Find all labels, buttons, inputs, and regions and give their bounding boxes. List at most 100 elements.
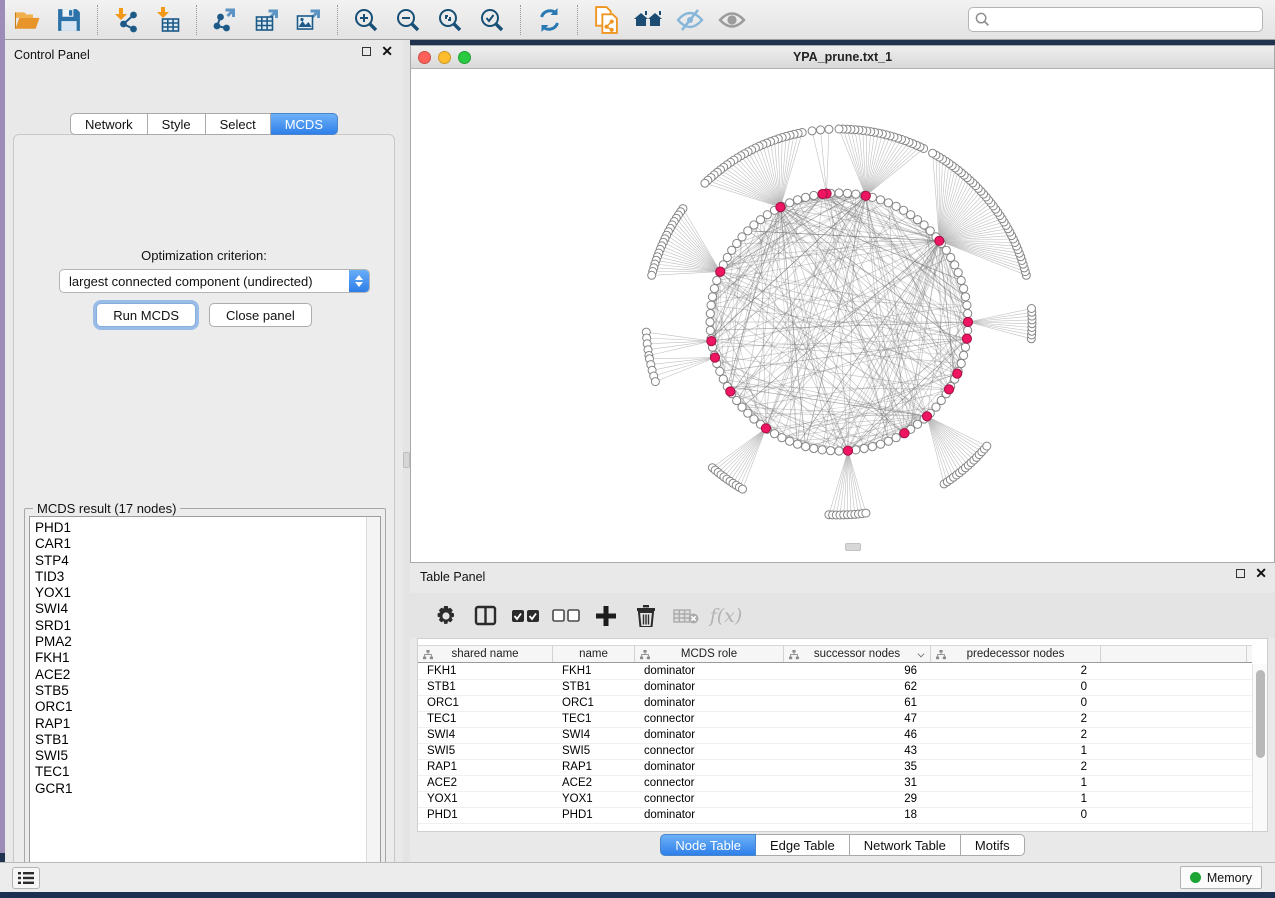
mcds-result-item[interactable]: STB1 <box>30 732 380 748</box>
network-node[interactable] <box>706 326 714 334</box>
network-node[interactable] <box>957 276 965 284</box>
network-node[interactable] <box>818 446 826 454</box>
close-panel-button[interactable]: Close panel <box>209 303 312 327</box>
network-leaf-node[interactable] <box>701 179 709 187</box>
table-row[interactable]: YOX1YOX1connector291 <box>418 792 1252 808</box>
network-node[interactable] <box>876 440 884 448</box>
network-mcds-node[interactable] <box>843 446 852 455</box>
mcds-result-item[interactable]: SRD1 <box>30 618 380 634</box>
tab-select[interactable]: Select <box>206 113 271 135</box>
network-node[interactable] <box>802 193 810 201</box>
network-mcds-node[interactable] <box>922 412 931 421</box>
export-table-icon[interactable] <box>250 5 284 35</box>
zoom-fit-icon[interactable] <box>433 5 467 35</box>
network-canvas[interactable] <box>411 69 1274 562</box>
network-node[interactable] <box>954 269 962 277</box>
memory-button[interactable]: Memory <box>1180 866 1262 889</box>
network-node[interactable] <box>843 189 851 197</box>
mcds-result-item[interactable]: PHD1 <box>30 520 380 536</box>
network-node[interactable] <box>827 447 835 455</box>
network-node[interactable] <box>713 276 721 284</box>
network-node[interactable] <box>951 261 959 269</box>
network-leaf-node[interactable] <box>808 127 816 135</box>
network-mcds-node[interactable] <box>953 369 962 378</box>
table-row[interactable]: ORC1ORC1dominator610 <box>418 696 1252 712</box>
mcds-result-item[interactable]: RAP1 <box>30 716 380 732</box>
zoom-in-icon[interactable] <box>349 5 383 35</box>
network-node[interactable] <box>719 375 727 383</box>
tab-mcds[interactable]: MCDS <box>271 113 338 135</box>
vertical-splitter[interactable] <box>403 40 410 862</box>
mcds-result-list[interactable]: PHD1CAR1STP4TID3YOX1SWI4SRD1PMA2FKH1ACE2… <box>29 516 381 874</box>
network-node[interactable] <box>963 301 971 309</box>
select-all-checks-icon[interactable] <box>506 600 546 632</box>
function-builder-icon[interactable]: f(x) <box>706 600 746 632</box>
mcds-result-item[interactable]: GCR1 <box>30 781 380 797</box>
network-mcds-node[interactable] <box>776 203 785 212</box>
table-scrollbar[interactable] <box>1252 664 1267 831</box>
network-node[interactable] <box>860 444 868 452</box>
network-node[interactable] <box>876 196 884 204</box>
network-leaf-node[interactable] <box>1028 305 1036 313</box>
mcds-result-item[interactable]: SWI5 <box>30 748 380 764</box>
network-mcds-node[interactable] <box>716 267 725 276</box>
network-node[interactable] <box>810 191 818 199</box>
settings-icon[interactable] <box>426 600 466 632</box>
tab-network[interactable]: Network <box>70 113 148 135</box>
mcds-result-item[interactable]: STB5 <box>30 683 380 699</box>
mcds-result-item[interactable]: YOX1 <box>30 585 380 601</box>
network-mcds-node[interactable] <box>963 317 972 326</box>
network-node[interactable] <box>957 359 965 367</box>
network-mcds-node[interactable] <box>707 337 716 346</box>
network-node[interactable] <box>892 202 900 210</box>
network-node[interactable] <box>723 253 731 261</box>
table-row[interactable]: SWI5SWI5connector431 <box>418 744 1252 760</box>
split-view-icon[interactable] <box>466 600 506 632</box>
network-leaf-node[interactable] <box>825 125 833 133</box>
network-graph[interactable] <box>411 69 1274 562</box>
network-node[interactable] <box>793 440 801 448</box>
table-row[interactable]: RAP1RAP1dominator352 <box>418 760 1252 776</box>
network-node[interactable] <box>960 285 968 293</box>
network-leaf-node[interactable] <box>648 271 656 279</box>
column-header-name[interactable]: name <box>553 646 635 662</box>
table-scrollbar-thumb[interactable] <box>1256 670 1265 758</box>
network-node[interactable] <box>892 434 900 442</box>
import-table-icon[interactable] <box>151 5 185 35</box>
network-mcds-node[interactable] <box>935 236 944 245</box>
network-node[interactable] <box>786 199 794 207</box>
mcds-result-item[interactable]: TID3 <box>30 569 380 585</box>
table-row[interactable]: PHD1PHD1dominator180 <box>418 808 1252 824</box>
network-mcds-node[interactable] <box>900 429 909 438</box>
delete-table-icon[interactable] <box>666 600 706 632</box>
criterion-dropdown[interactable]: largest connected component (undirected) <box>59 269 370 293</box>
search-box[interactable] <box>968 7 1263 32</box>
network-node[interactable] <box>716 367 724 375</box>
mcds-list-scrollbar[interactable] <box>366 517 380 873</box>
mcds-result-item[interactable]: ORC1 <box>30 699 380 715</box>
network-leaf-node[interactable] <box>651 378 659 386</box>
network-leaf-node[interactable] <box>739 485 747 493</box>
network-node[interactable] <box>706 318 714 326</box>
mcds-result-item[interactable]: TEC1 <box>30 764 380 780</box>
search-input[interactable] <box>995 13 1256 27</box>
network-node[interactable] <box>835 189 843 197</box>
open-file-icon[interactable] <box>10 5 44 35</box>
float-panel-icon[interactable] <box>362 47 371 56</box>
network-mcds-node[interactable] <box>818 189 827 198</box>
network-node[interactable] <box>708 293 716 301</box>
table-row[interactable]: TEC1TEC1connector472 <box>418 712 1252 728</box>
network-leaf-node[interactable] <box>862 509 870 517</box>
column-header-MCDS-role[interactable]: MCDS role <box>635 646 784 662</box>
add-column-icon[interactable] <box>586 600 626 632</box>
horizontal-splitter-handle[interactable] <box>845 543 861 551</box>
tab-motifs[interactable]: Motifs <box>961 834 1025 856</box>
table-row[interactable]: STB1STB1dominator620 <box>418 680 1252 696</box>
mcds-result-item[interactable]: FKH1 <box>30 650 380 666</box>
sort-descending-icon[interactable] <box>918 651 925 658</box>
mcds-result-item[interactable]: ACE2 <box>30 667 380 683</box>
deselect-all-checks-icon[interactable] <box>546 600 586 632</box>
network-node[interactable] <box>960 351 968 359</box>
network-node[interactable] <box>964 310 972 318</box>
network-node[interactable] <box>710 285 718 293</box>
